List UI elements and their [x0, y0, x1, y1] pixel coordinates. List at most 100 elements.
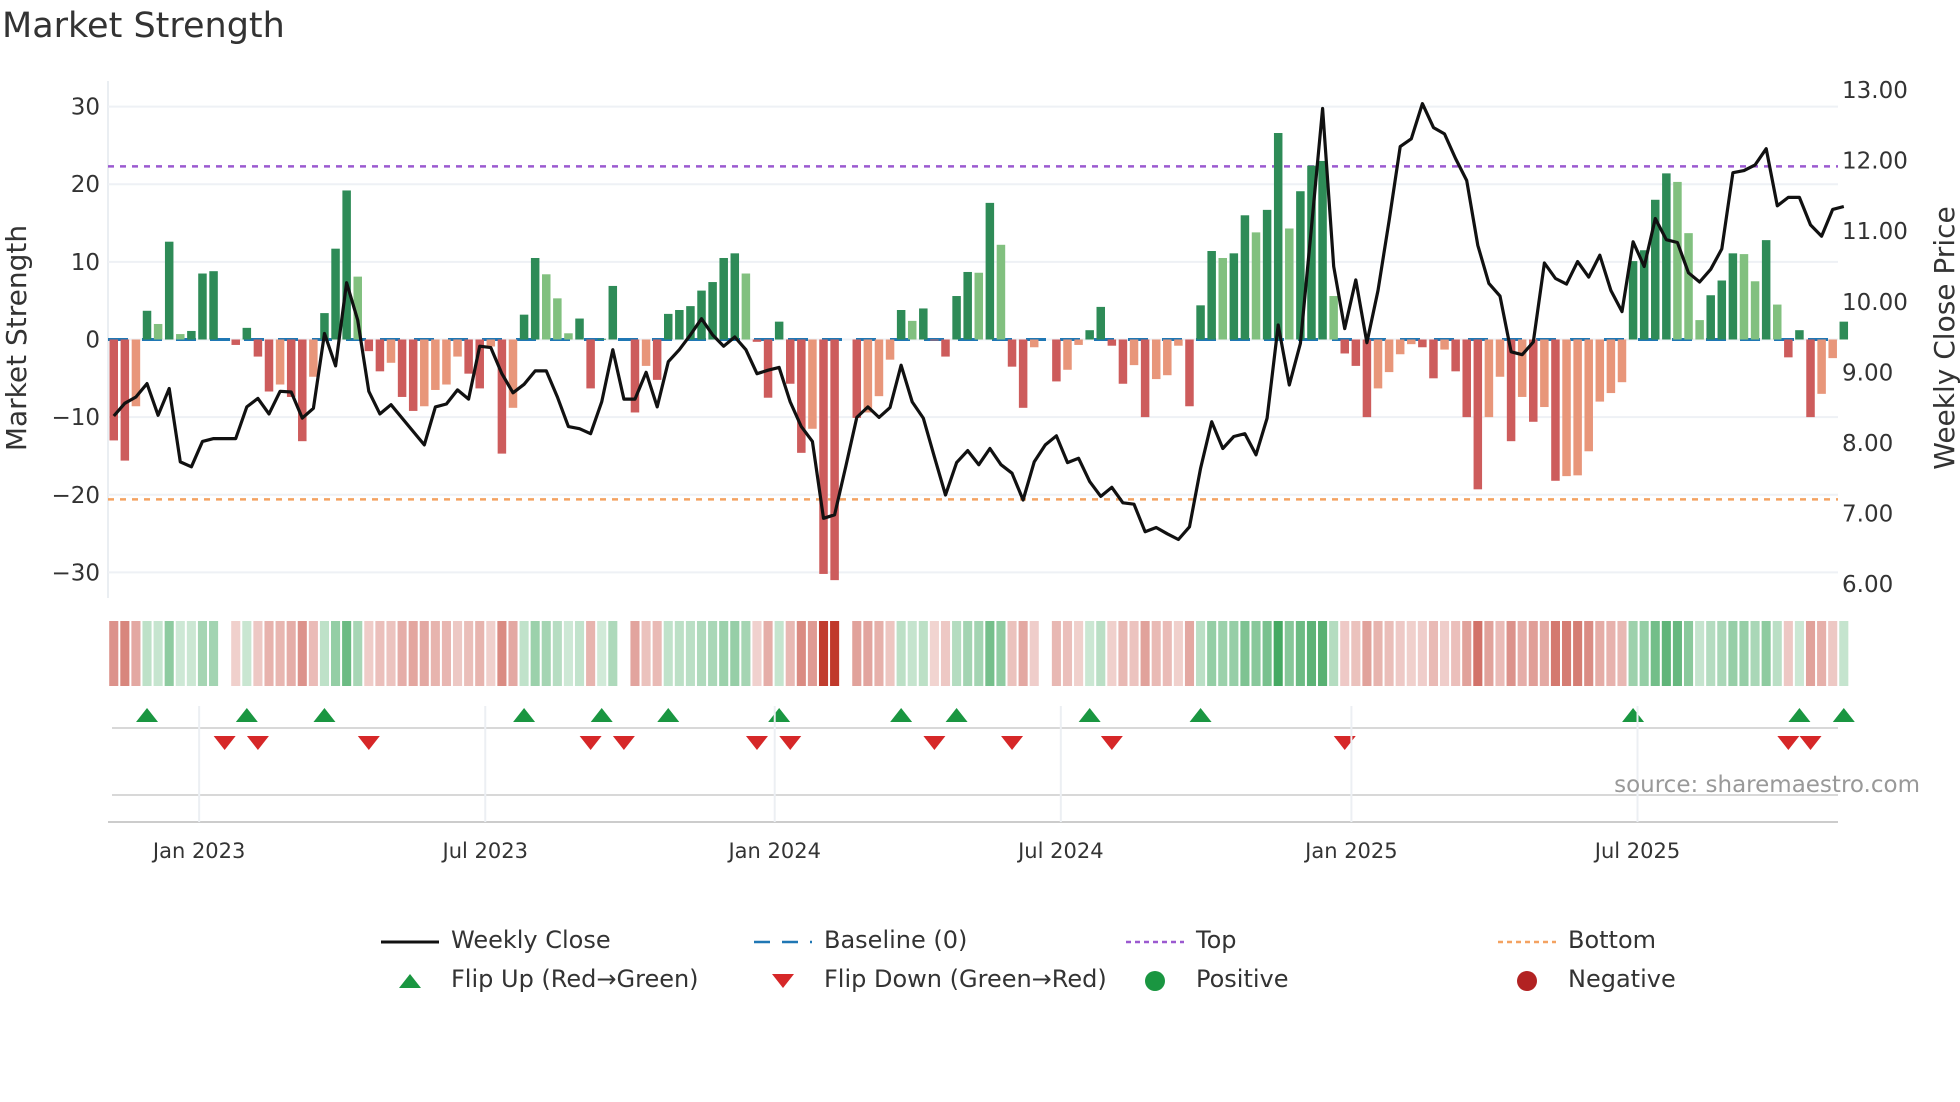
flip-down-marker — [1333, 736, 1356, 750]
strip-cell — [685, 621, 695, 686]
strip-cell — [1561, 621, 1572, 686]
strip-cell — [918, 621, 928, 686]
strip-cell — [1173, 621, 1183, 686]
strip-cell — [996, 621, 1006, 686]
strip-cell — [863, 621, 873, 686]
strip-cell — [1340, 621, 1350, 686]
flip-up-marker — [945, 708, 968, 722]
strength-bar — [1717, 280, 1727, 340]
strength-bar — [530, 257, 540, 340]
strip-cell — [452, 621, 463, 686]
strength-bar — [342, 190, 351, 340]
strength-bar — [1628, 261, 1638, 340]
strip-cell — [1428, 621, 1439, 686]
legend-label: Negative — [1568, 965, 1676, 993]
strip-cell — [1395, 621, 1405, 686]
strength-bar — [996, 244, 1006, 340]
strip-cell — [1284, 621, 1294, 686]
strip-cell — [1140, 621, 1150, 686]
strength-bar — [1285, 228, 1294, 340]
flip-up-marker — [590, 708, 613, 722]
strength-bar — [109, 339, 118, 441]
strip-cell — [1650, 621, 1660, 686]
strip-cell — [1085, 621, 1095, 686]
strip-cell — [497, 621, 507, 686]
strip-cell — [353, 621, 363, 686]
x-tick-label: Jul 2024 — [1016, 839, 1103, 863]
flip-markers — [112, 708, 1855, 796]
strength-bar — [1129, 339, 1139, 366]
x-tick-label: Jan 2025 — [1303, 839, 1398, 863]
strength-bar — [797, 339, 806, 453]
strength-bar — [1595, 339, 1605, 402]
strength-bar — [1617, 339, 1627, 383]
strip-cell — [1706, 621, 1716, 686]
strength-bar — [553, 298, 562, 340]
strength-bar — [1506, 339, 1516, 442]
strength-bar — [153, 323, 163, 340]
strip-cell — [175, 621, 185, 686]
strength-bar — [1107, 339, 1117, 346]
strip-cell — [1828, 621, 1838, 686]
x-tick-label: Jan 2023 — [151, 839, 246, 863]
strip-cell — [1661, 621, 1671, 686]
strength-bar — [242, 327, 252, 340]
strip-cell — [818, 621, 829, 686]
y-tick-label: 0 — [85, 328, 100, 354]
strength-bar — [1684, 233, 1693, 340]
strip-cell — [874, 621, 884, 686]
flip-up-marker — [136, 708, 159, 722]
strength-bar — [697, 290, 706, 340]
strength-bar — [375, 339, 385, 372]
strip-cell — [1495, 621, 1505, 686]
strip-cell — [1229, 621, 1239, 686]
flip-up-marker — [235, 708, 258, 722]
strip-cell — [719, 621, 729, 686]
strip-cell — [1262, 621, 1272, 686]
strength-bar — [1052, 339, 1061, 382]
strip-cell — [1062, 621, 1073, 686]
legend-label: Top — [1196, 926, 1237, 954]
strength-bar — [1163, 339, 1172, 376]
legend-item: Flip Down (Green→Red) — [754, 961, 1107, 997]
flip-up-marker — [1832, 708, 1855, 722]
strength-bar — [286, 339, 296, 397]
left-y-ticks: 30 20 10 0 −10 −20 −30 — [51, 95, 100, 587]
strength-bar — [830, 339, 839, 581]
strength-bar — [408, 339, 418, 411]
strip-cell — [1184, 621, 1195, 686]
strength-bar — [907, 320, 917, 340]
flip-down-marker — [1799, 736, 1822, 750]
strength-bar — [919, 308, 928, 340]
legend-item: Positive — [1126, 961, 1289, 997]
strength-bar — [1695, 320, 1704, 340]
strip-cell — [1329, 621, 1339, 686]
x-axis: Jan 2023 Jul 2023 Jan 2024 Jul 2024 Jan 2025… — [108, 706, 1838, 863]
flip-down-marker — [612, 736, 635, 750]
strength-bar — [1839, 321, 1849, 340]
strip-cell — [275, 621, 285, 686]
strip-cell — [319, 621, 330, 686]
strength-bar — [1063, 339, 1072, 370]
strip-cell — [419, 621, 429, 686]
flip-down-marker — [357, 736, 380, 750]
strip-cell — [674, 621, 684, 686]
y2-tick-label: 8.00 — [1842, 431, 1893, 457]
y-tick-label: 20 — [71, 172, 100, 198]
strength-bar — [464, 339, 473, 374]
strength-bars — [109, 133, 1849, 581]
strip-cell — [197, 621, 208, 686]
legend-item: Baseline (0) — [754, 922, 967, 958]
strip-cell — [1595, 621, 1605, 686]
strength-bar — [1739, 254, 1749, 340]
strength-bar — [486, 339, 496, 347]
flip-up-marker — [1189, 708, 1212, 722]
y-tick-label: 30 — [71, 95, 100, 121]
legend-swatch-dash-icon — [754, 930, 816, 950]
strip-cell — [597, 621, 607, 686]
strength-bar — [1451, 339, 1460, 372]
strip-cell — [253, 621, 263, 686]
strip-cell — [375, 621, 385, 686]
strip-cell — [508, 621, 518, 686]
strip-cell — [1417, 621, 1427, 686]
